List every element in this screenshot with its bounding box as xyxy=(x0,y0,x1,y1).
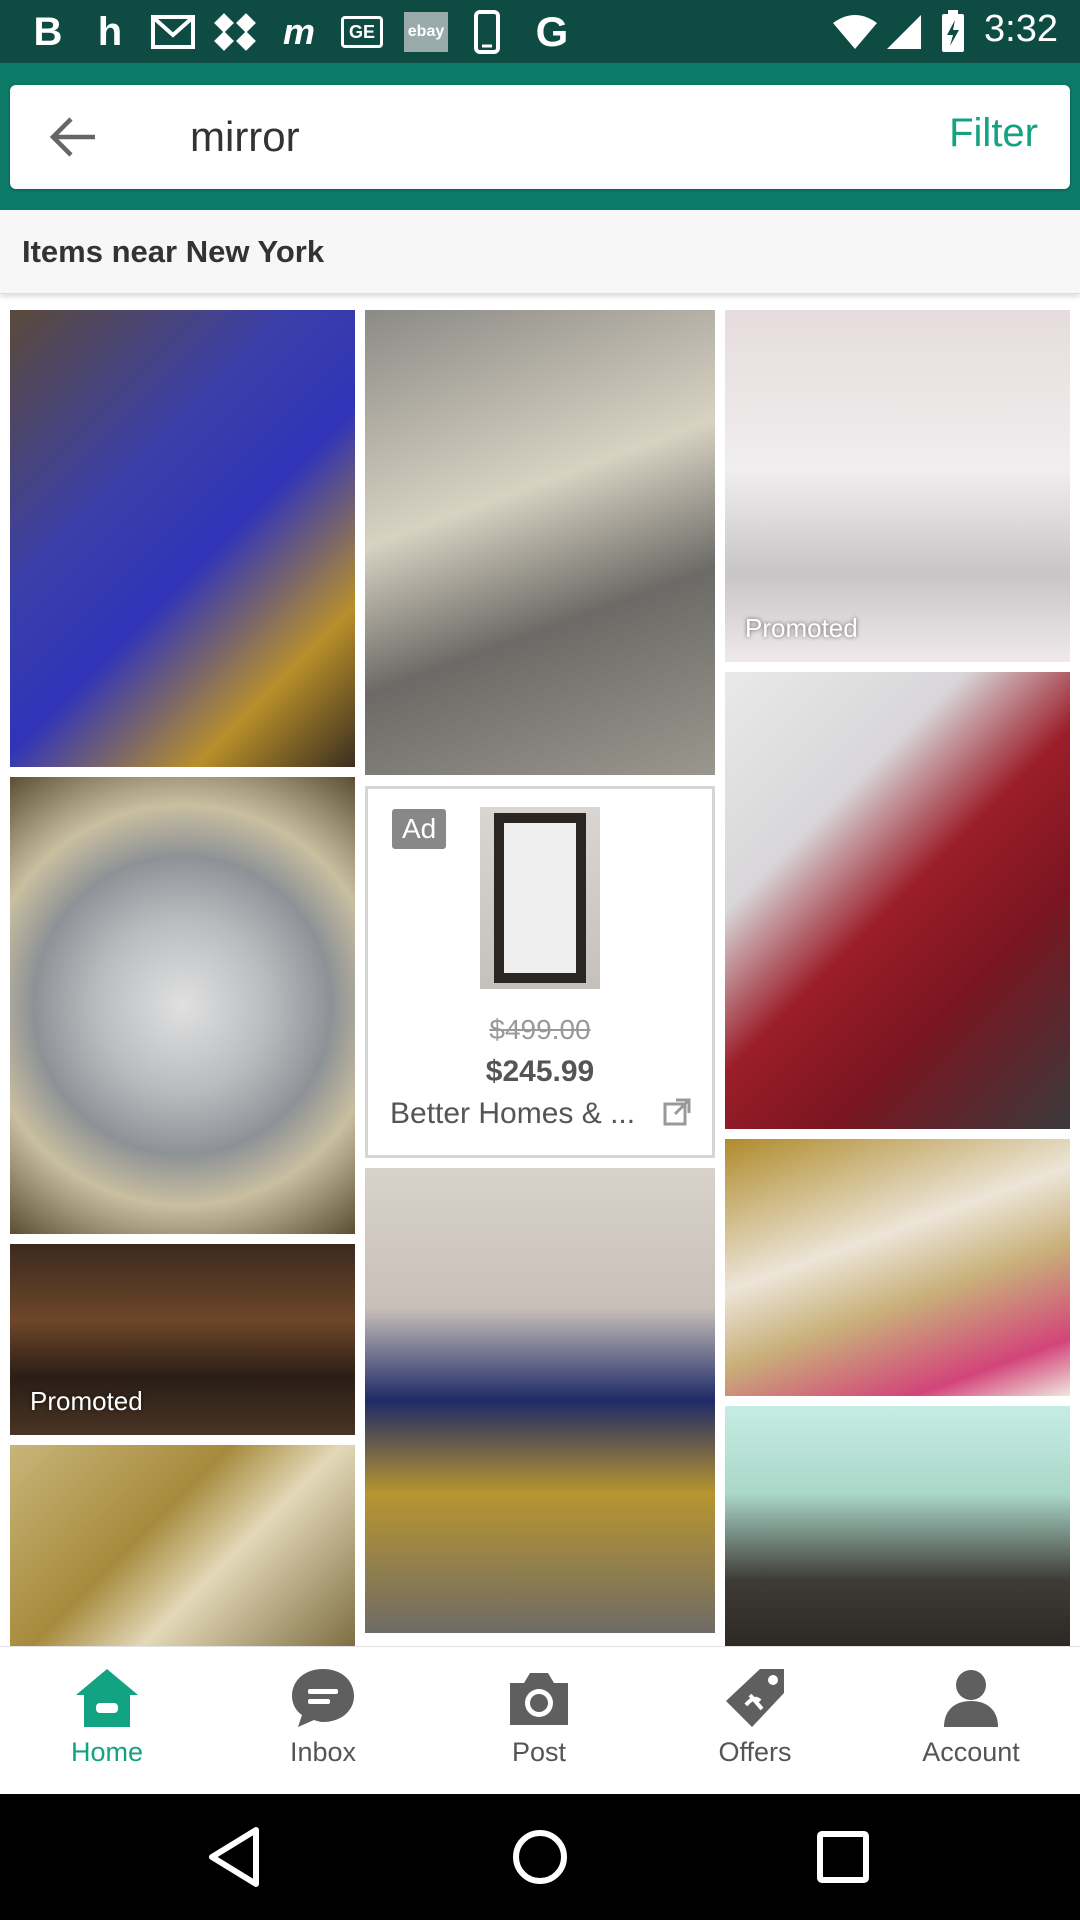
price-tag-icon xyxy=(726,1669,784,1727)
nav-account[interactable]: Account xyxy=(881,1665,1061,1785)
listing-photo xyxy=(725,1139,1070,1396)
nav-post[interactable]: Post xyxy=(449,1665,629,1785)
ad-product-photo xyxy=(480,807,600,989)
ad-original-price: $499.00 xyxy=(489,1014,591,1045)
search-query[interactable]: mirror xyxy=(190,113,300,161)
ge-label: GE xyxy=(341,16,383,48)
nav-account-label: Account xyxy=(922,1737,1020,1767)
signal-icon xyxy=(884,12,924,52)
listing-photo xyxy=(10,310,355,767)
nav-offers[interactable]: Offers xyxy=(665,1665,845,1785)
clock: 3:32 xyxy=(984,8,1058,50)
external-link-icon[interactable] xyxy=(662,1097,692,1127)
listing-photo xyxy=(725,310,1070,662)
back-button[interactable] xyxy=(44,107,104,167)
promoted-label: Promoted xyxy=(30,1386,143,1416)
wifi-icon xyxy=(830,12,880,52)
mirror-frame xyxy=(494,813,586,983)
nav-home-label: Home xyxy=(70,1737,144,1767)
search-bar[interactable]: mirror Filter xyxy=(10,85,1070,189)
listing-tile[interactable] xyxy=(365,310,715,775)
home-circle-icon[interactable] xyxy=(505,1822,575,1892)
mail-icon xyxy=(150,12,196,52)
camera-icon xyxy=(510,1673,568,1725)
ebay-icon: ebay xyxy=(404,12,448,52)
chat-bubble-icon xyxy=(292,1669,354,1727)
b-app-icon: B xyxy=(33,9,63,54)
phone-icon xyxy=(472,10,502,54)
battery-charging-icon xyxy=(938,10,968,52)
h-app-icon: h xyxy=(97,9,123,54)
listing-grid[interactable]: Promoted Ad $499.00 $245.99 Better Homes… xyxy=(0,300,1080,1646)
listing-tile[interactable] xyxy=(725,1406,1070,1646)
home-icon xyxy=(76,1669,138,1727)
filter-button[interactable]: Filter xyxy=(949,111,1038,156)
location-label: Items near New York xyxy=(22,234,325,269)
listing-photo xyxy=(725,1406,1070,1646)
ad-sale-price: $245.99 xyxy=(485,1055,595,1088)
listing-tile[interactable] xyxy=(10,777,355,1234)
listing-tile[interactable] xyxy=(725,1139,1070,1396)
system-navigation-bar xyxy=(0,1794,1080,1920)
listing-tile[interactable] xyxy=(365,1168,715,1633)
dropbox-like-icon xyxy=(212,12,258,52)
arrow-left-icon xyxy=(49,117,95,157)
listing-photo xyxy=(365,310,715,775)
status-bar: B h m GE ebay G 3:32 xyxy=(0,0,1080,63)
bottom-navigation: Home Inbox Post Offers Account xyxy=(0,1646,1080,1794)
nav-offers-label: Offers xyxy=(718,1737,792,1767)
ad-badge: Ad xyxy=(392,809,447,849)
back-triangle-icon[interactable] xyxy=(200,1822,270,1892)
m-app-icon: m xyxy=(282,11,315,52)
ebay-label: ebay xyxy=(404,12,448,52)
nav-inbox[interactable]: Inbox xyxy=(233,1665,413,1785)
g-icon: G xyxy=(535,8,569,55)
listing-tile[interactable] xyxy=(10,1445,355,1646)
listing-tile[interactable] xyxy=(10,310,355,767)
listing-photo xyxy=(10,1445,355,1646)
promoted-label: Promoted xyxy=(745,613,858,643)
listing-tile[interactable] xyxy=(725,672,1070,1129)
recents-square-icon[interactable] xyxy=(808,1822,878,1892)
listing-tile[interactable]: Promoted xyxy=(10,1244,355,1435)
ad-store-name: Better Homes & ... xyxy=(390,1097,636,1130)
listing-photo xyxy=(10,777,355,1234)
listing-photo xyxy=(365,1168,715,1633)
nav-home[interactable]: Home xyxy=(17,1665,197,1785)
listing-tile[interactable]: Promoted xyxy=(725,310,1070,662)
nav-post-label: Post xyxy=(511,1737,567,1767)
listing-photo xyxy=(725,672,1070,1129)
location-bar: Items near New York xyxy=(0,210,1080,294)
search-header: mirror Filter xyxy=(0,63,1080,210)
ge-app-icon: GE xyxy=(340,12,384,52)
nav-inbox-label: Inbox xyxy=(289,1737,357,1767)
person-icon xyxy=(944,1670,998,1727)
sponsored-ad-tile[interactable]: Ad $499.00 $245.99 Better Homes & ... xyxy=(365,786,715,1158)
